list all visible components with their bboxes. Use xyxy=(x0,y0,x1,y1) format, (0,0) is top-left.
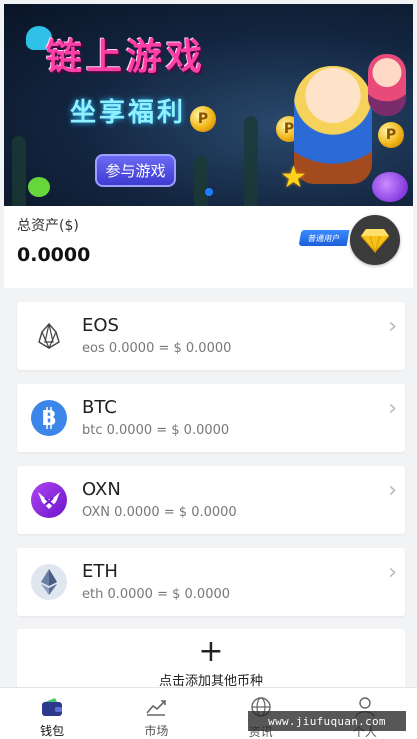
coin-balance: eth 0.0000 = $ 0.0000 xyxy=(82,587,231,602)
total-assets-panel: 总资产($) 0.0000 普通用户 xyxy=(4,206,413,288)
banner-title: 链上游戏 xyxy=(46,37,207,78)
cartoon-girl-illustration xyxy=(368,54,406,116)
chevron-right-icon: › xyxy=(388,560,397,585)
ethereum-icon xyxy=(31,564,67,600)
coin-item-oxn[interactable]: OXN OXN 0.0000 = $ 0.0000 › xyxy=(17,466,405,534)
coin-balance: OXN 0.0000 = $ 0.0000 xyxy=(82,505,237,520)
carousel-dot-active[interactable] xyxy=(204,188,213,196)
coin-icon: P xyxy=(378,122,404,148)
coin-name: ETH xyxy=(82,561,118,582)
plus-icon: + xyxy=(198,634,224,669)
chevron-right-icon: › xyxy=(388,314,397,339)
fish-icon xyxy=(372,172,408,202)
watermark-text: www.jiufuquan.com xyxy=(248,711,406,731)
coin-name: EOS xyxy=(82,315,119,336)
chevron-right-icon: › xyxy=(388,478,397,503)
coin-item-btc[interactable]: B BTC btc 0.0000 = $ 0.0000 › xyxy=(17,384,405,452)
bitcoin-icon: B xyxy=(31,400,67,436)
chart-icon xyxy=(145,696,167,717)
coin-name: BTC xyxy=(82,397,117,418)
vip-diamond-button[interactable] xyxy=(350,215,400,265)
svg-text:B: B xyxy=(41,406,56,430)
add-coin-button[interactable]: + 点击添加其他币种 xyxy=(17,629,405,689)
coin-name: OXN xyxy=(82,479,121,500)
tab-label: 市场 xyxy=(144,724,169,738)
oxn-icon xyxy=(31,482,67,518)
coin-balance: btc 0.0000 = $ 0.0000 xyxy=(82,423,230,438)
coin-icon: P xyxy=(190,106,216,132)
play-game-button[interactable]: 参与游戏 xyxy=(95,154,176,187)
user-level-badge: 普通用户 xyxy=(298,230,350,246)
seaweed-decoration xyxy=(194,156,208,206)
tab-market[interactable]: 市场 xyxy=(104,688,208,739)
coin-balance: eos 0.0000 = $ 0.0000 xyxy=(82,341,232,356)
tab-label: 钱包 xyxy=(40,724,65,738)
tab-wallet[interactable]: 钱包 xyxy=(0,688,104,739)
total-assets-label: 总资产($) xyxy=(17,218,79,234)
chevron-right-icon: › xyxy=(388,396,397,421)
wallet-icon xyxy=(41,696,63,717)
eos-icon xyxy=(31,318,67,354)
promo-banner[interactable]: 链上游戏 坐享福利 P P P ★ 参与游戏 xyxy=(4,4,413,206)
diamond-icon xyxy=(360,229,390,253)
carousel-indicator xyxy=(4,188,413,196)
coin-item-eth[interactable]: ETH eth 0.0000 = $ 0.0000 › xyxy=(17,548,405,616)
banner-slogan: 坐享福利 xyxy=(70,98,187,128)
coin-item-eos[interactable]: EOS eos 0.0000 = $ 0.0000 › xyxy=(17,302,405,370)
total-assets-value: 0.0000 xyxy=(17,244,91,266)
